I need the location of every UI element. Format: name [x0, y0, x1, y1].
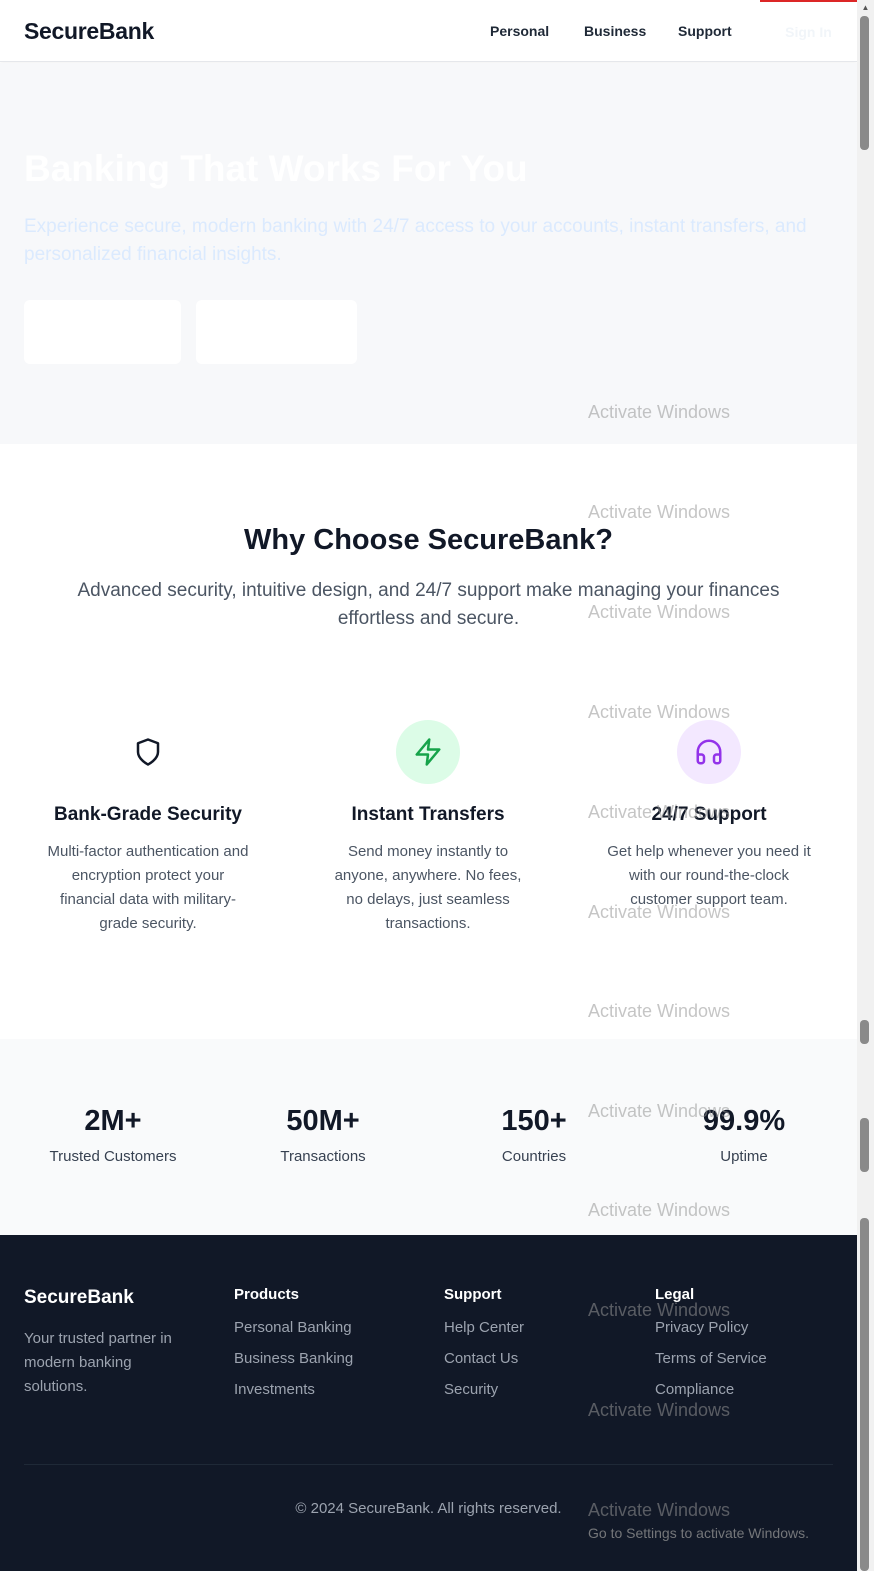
hero-subtitle: Experience secure, modern banking with 2…	[24, 216, 807, 265]
footer-column-title: Support	[444, 1286, 502, 1303]
footer-link[interactable]: Contact Us	[444, 1348, 634, 1370]
footer-divider	[24, 1464, 833, 1465]
stats-section: 2M+ Trusted Customers 50M+ Transactions …	[0, 1039, 857, 1235]
site-footer: SecureBank Your trusted partner in moder…	[0, 1235, 857, 1571]
activate-windows-subtitle: Go to Settings to activate Windows.	[588, 1525, 809, 1541]
footer-column-title: Legal	[655, 1286, 695, 1303]
features-title: Why Choose SecureBank?	[243, 524, 614, 556]
scrollbar-thumb[interactable]	[860, 1218, 869, 1571]
footer-column-products: Products Personal Banking Business Banki…	[234, 1286, 424, 1410]
feature-description: Send money instantly to anyone, anywhere…	[334, 843, 522, 932]
footer-link[interactable]: Business Banking	[234, 1348, 424, 1370]
copyright-text: © 2024 SecureBank. All rights reserved.	[295, 1500, 562, 1517]
footer-column-support: Support Help Center Contact Us Security	[444, 1286, 634, 1410]
headphones-icon	[677, 720, 741, 784]
site-header: SecureBank Personal Business Support Sig…	[0, 0, 857, 62]
stat-label: Countries	[501, 1148, 567, 1165]
feature-title: Bank-Grade Security	[54, 804, 242, 825]
footer-link[interactable]: Compliance	[655, 1379, 845, 1401]
logo[interactable]: SecureBank	[24, 18, 154, 45]
stat-transactions: 50M+ Transactions	[223, 1105, 423, 1165]
footer-link[interactable]: Terms of Service	[655, 1348, 845, 1370]
scrollbar-thumb[interactable]	[860, 16, 869, 150]
stat-countries: 150+ Countries	[434, 1105, 634, 1165]
footer-logo[interactable]: SecureBank	[24, 1287, 134, 1309]
feature-title: Instant Transfers	[351, 804, 505, 825]
stat-label: Uptime	[720, 1148, 768, 1165]
feature-card-support: 24/7 Support Get help whenever you need …	[604, 720, 814, 912]
nav-business-link[interactable]: Business	[584, 23, 646, 39]
hero-secondary-button[interactable]	[196, 300, 357, 364]
footer-link[interactable]: Privacy Policy	[655, 1317, 845, 1339]
page: SecureBank Personal Business Support Sig…	[0, 0, 857, 1571]
stat-value: 50M+	[286, 1105, 360, 1137]
feature-card-security: Bank-Grade Security Multi-factor authent…	[43, 720, 253, 936]
stat-value: 2M+	[84, 1105, 142, 1137]
features-subtitle: Advanced security, intuitive design, and…	[77, 580, 780, 629]
stat-uptime: 99.9% Uptime	[644, 1105, 844, 1165]
nav-support-link[interactable]: Support	[678, 23, 732, 39]
footer-link[interactable]: Security	[444, 1379, 634, 1401]
hero-title: Banking That Works For You	[24, 148, 528, 189]
lightning-icon	[396, 720, 460, 784]
feature-title: 24/7 Support	[651, 804, 767, 825]
stat-value: 99.9%	[702, 1105, 786, 1137]
scrollbar-thumb[interactable]	[860, 1118, 869, 1172]
footer-link[interactable]: Help Center	[444, 1317, 634, 1339]
feature-description: Multi-factor authentication and encrypti…	[47, 843, 249, 932]
footer-column-title: Products	[234, 1286, 300, 1303]
feature-description: Get help whenever you need it with our r…	[607, 843, 811, 908]
stat-value: 150+	[501, 1105, 567, 1137]
footer-link[interactable]: Investments	[234, 1379, 424, 1401]
nav-personal-link[interactable]: Personal	[490, 23, 549, 39]
stat-customers: 2M+ Trusted Customers	[13, 1105, 213, 1165]
feature-card-transfers: Instant Transfers Send money instantly t…	[323, 720, 533, 936]
hero-primary-button[interactable]	[24, 300, 181, 364]
scroll-up-arrow-icon[interactable]: ▲	[857, 0, 874, 14]
shield-icon	[116, 720, 180, 784]
footer-link[interactable]: Personal Banking	[234, 1317, 424, 1339]
features-section: Why Choose SecureBank? Advanced security…	[0, 444, 857, 1039]
stat-label: Transactions	[280, 1148, 366, 1165]
sign-in-button[interactable]: Sign In	[760, 0, 857, 62]
scrollbar-thumb[interactable]	[860, 1020, 869, 1044]
hero-section: Banking That Works For You Experience se…	[0, 63, 857, 444]
footer-column-legal: Legal Privacy Policy Terms of Service Co…	[655, 1286, 845, 1410]
stat-label: Trusted Customers	[49, 1148, 177, 1165]
footer-tagline: Your trusted partner in modern banking s…	[24, 1330, 172, 1395]
